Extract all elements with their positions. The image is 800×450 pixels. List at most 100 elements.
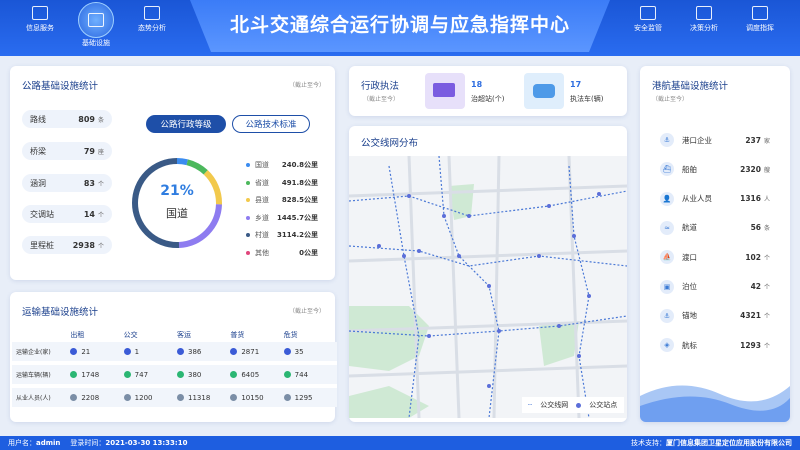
row-type-icon xyxy=(230,394,238,401)
port-item-icon: ◈ xyxy=(660,338,674,353)
nav-dispatch[interactable]: 调度指挥 xyxy=(732,6,788,33)
table-cell: 2871 xyxy=(230,342,284,361)
nav-label: 基础设施 xyxy=(82,39,110,47)
row-type-icon xyxy=(177,348,184,355)
port-item-unit: 个 xyxy=(764,254,771,262)
table-cell: 744 xyxy=(283,365,337,384)
row-type-icon xyxy=(283,348,291,355)
table-header: 出租 公交 客运 普货 危货 xyxy=(12,328,337,342)
legend-item: 其他 0公里 xyxy=(246,248,318,258)
port-item-icon: ⚓ xyxy=(660,133,674,147)
nav-label: 调度指挥 xyxy=(746,24,774,32)
cell-value: 2208 xyxy=(81,393,100,402)
row-type-icon xyxy=(123,394,131,401)
legend-item: 村道 3114.2公里 xyxy=(246,230,318,240)
legend-name: 乡道 xyxy=(255,213,269,222)
port-item: ⚓ 锚地 4321 个 xyxy=(660,308,772,323)
panel-title: 公路基础设施统计 xyxy=(22,81,99,92)
infrastructure-icon xyxy=(88,13,104,27)
truck-shape xyxy=(433,83,455,97)
port-item-label: 泊位 xyxy=(682,282,697,291)
panel-title: 运输基础设施统计 xyxy=(22,307,99,318)
row-type-icon xyxy=(177,394,184,401)
table-cell: 380 xyxy=(177,365,231,384)
tab-admin-level[interactable]: 公路行政等级 xyxy=(146,115,226,133)
port-panel: 港航基础设施统计 （截止至今） xyxy=(640,66,790,422)
dispatch-icon xyxy=(752,6,768,20)
map-legend: ┄ 公交线网 公交站点 xyxy=(522,397,624,413)
stat-label: 涵洞 xyxy=(30,178,46,188)
stat-value: 14 xyxy=(83,209,95,219)
port-item-label: 港口企业 xyxy=(682,135,712,145)
footer-bar: 用户名： admin 登录时间： 2021-03-30 13:33:10 技术支… xyxy=(0,436,800,450)
info-service-icon xyxy=(32,6,48,20)
analysis-icon xyxy=(696,6,712,20)
legend-value: 491.8公里 xyxy=(281,178,318,187)
column-header: 普货 xyxy=(230,331,245,339)
car-shape xyxy=(533,84,555,98)
nav-decision[interactable]: 决策分析 xyxy=(676,6,732,33)
port-item-icon: ▣ xyxy=(660,279,674,294)
port-item: 👤 从业人员 1316 人 xyxy=(660,191,772,206)
row-type-icon xyxy=(283,394,291,401)
header-bar: 北斗交通综合运行协调与应急指挥中心 信息服务 基础设施 态势分析 安全监管 决策… xyxy=(0,0,800,56)
since-label: （截止至今） xyxy=(288,308,325,315)
wave-decoration xyxy=(640,385,790,422)
port-item-icon: ⛴ xyxy=(660,162,674,177)
port-item-unit: 家 xyxy=(764,137,771,145)
patrol-car-label: 执法车(辆) xyxy=(570,95,604,103)
legend-item: 县道 828.5公里 xyxy=(246,195,318,205)
stat-bridges: 桥梁 79 座 xyxy=(22,142,112,160)
since-label: （截止至今） xyxy=(652,96,689,103)
nav-infrastructure[interactable]: 基础设施 xyxy=(68,2,124,48)
port-item-icon: 👤 xyxy=(660,191,674,206)
bus-network-map[interactable] xyxy=(349,156,627,418)
legend-name: 村道 xyxy=(255,231,269,239)
stat-culverts: 涵洞 83 个 xyxy=(22,174,112,192)
port-item-unit: 条 xyxy=(764,225,771,233)
nav-info-service[interactable]: 信息服务 xyxy=(12,6,68,33)
port-item-icon: ⛵ xyxy=(660,250,674,265)
row-type-icon xyxy=(70,394,78,401)
row-type-icon xyxy=(70,371,78,378)
page-title: 北斗交通综合运行协调与应急指挥中心 xyxy=(229,14,570,36)
stat-label: 交调站 xyxy=(30,209,54,219)
legend-name: 县道 xyxy=(255,196,269,204)
port-item: ▣ 泊位 42 个 xyxy=(660,279,772,294)
port-item-value: 1316 xyxy=(740,194,761,204)
legend-dot xyxy=(246,163,250,167)
port-item-unit: 个 xyxy=(764,284,771,291)
legend-dot xyxy=(246,250,250,255)
row-label: 运输企业(家) xyxy=(12,342,71,361)
stop-legend-label: 公交站点 xyxy=(589,401,618,409)
stat-value: 2938 xyxy=(72,240,95,250)
chart-icon xyxy=(144,6,160,20)
highway-donut-chart xyxy=(132,158,222,248)
table-cell: 747 xyxy=(123,365,177,384)
port-item: ⚓ 港口企业 237 家 xyxy=(660,133,772,147)
port-item: ≈ 航道 56 条 xyxy=(660,220,772,235)
tab-tech-standard[interactable]: 公路技术标准 xyxy=(232,115,310,133)
overload-station-icon xyxy=(425,73,465,109)
column-header: 出租 xyxy=(70,331,85,339)
legend-value: 1445.7公里 xyxy=(276,213,318,222)
overload-station-count: 18 xyxy=(471,80,483,89)
legend-dot xyxy=(246,233,250,237)
table-row: 从业人员(人) 2208 1200 11318 10150 1295 xyxy=(12,388,337,407)
table-cell: 1 xyxy=(123,342,177,361)
nav-safety[interactable]: 安全监管 xyxy=(620,6,676,33)
row-type-icon xyxy=(230,348,238,355)
row-label: 运输车辆(辆) xyxy=(12,365,71,384)
panel-title: 港航基础设施统计 xyxy=(652,81,729,92)
port-item-value: 56 xyxy=(750,223,761,233)
port-item-value: 4321 xyxy=(740,311,761,321)
nav-situation-analysis[interactable]: 态势分析 xyxy=(124,6,180,33)
panel-title: 行政执法 xyxy=(361,81,400,92)
port-item: ◈ 航标 1293 个 xyxy=(660,338,772,353)
stat-unit: 个 xyxy=(97,242,104,250)
user-label: 用户名： xyxy=(8,439,36,447)
stat-unit: 个 xyxy=(97,211,104,219)
stat-unit: 座 xyxy=(97,148,104,156)
row-type-icon xyxy=(123,371,131,378)
cell-value: 6405 xyxy=(241,370,260,379)
